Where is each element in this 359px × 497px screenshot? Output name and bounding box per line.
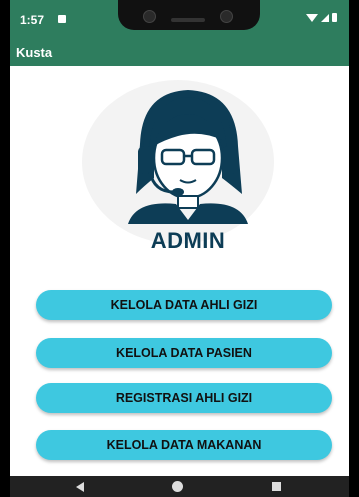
- status-time: 1:57: [20, 13, 45, 27]
- status-bar: 1:57: [10, 0, 349, 40]
- kelola-data-pasien-button[interactable]: KELOLA DATA PASIEN: [36, 338, 332, 368]
- camera-notch: [118, 0, 260, 30]
- sensor-icon: [220, 10, 233, 23]
- kelola-data-makanan-button[interactable]: KELOLA DATA MAKANAN: [36, 430, 332, 460]
- admin-label: ADMIN: [150, 228, 226, 253]
- back-icon[interactable]: [76, 482, 84, 492]
- app-title: Kusta: [16, 45, 53, 60]
- navigation-bar: [10, 476, 349, 497]
- registrasi-ahli-gizi-button[interactable]: REGISTRASI AHLI GIZI: [36, 383, 332, 413]
- status-icons: [306, 13, 337, 22]
- notification-icon: [58, 15, 66, 23]
- app-bar: Kusta: [10, 40, 349, 66]
- camera-icon: [143, 10, 156, 23]
- recents-icon[interactable]: [272, 482, 281, 491]
- battery-icon: [332, 13, 337, 22]
- wifi-icon: [306, 13, 318, 22]
- phone-screen: 1:57 Kusta ADMIN KELOLA DATA AHLI GIZI K…: [10, 0, 349, 497]
- signal-icon: [321, 13, 329, 22]
- speaker-grill: [171, 18, 205, 22]
- home-icon[interactable]: [172, 481, 183, 492]
- kelola-data-ahli-gizi-button[interactable]: KELOLA DATA AHLI GIZI: [36, 290, 332, 320]
